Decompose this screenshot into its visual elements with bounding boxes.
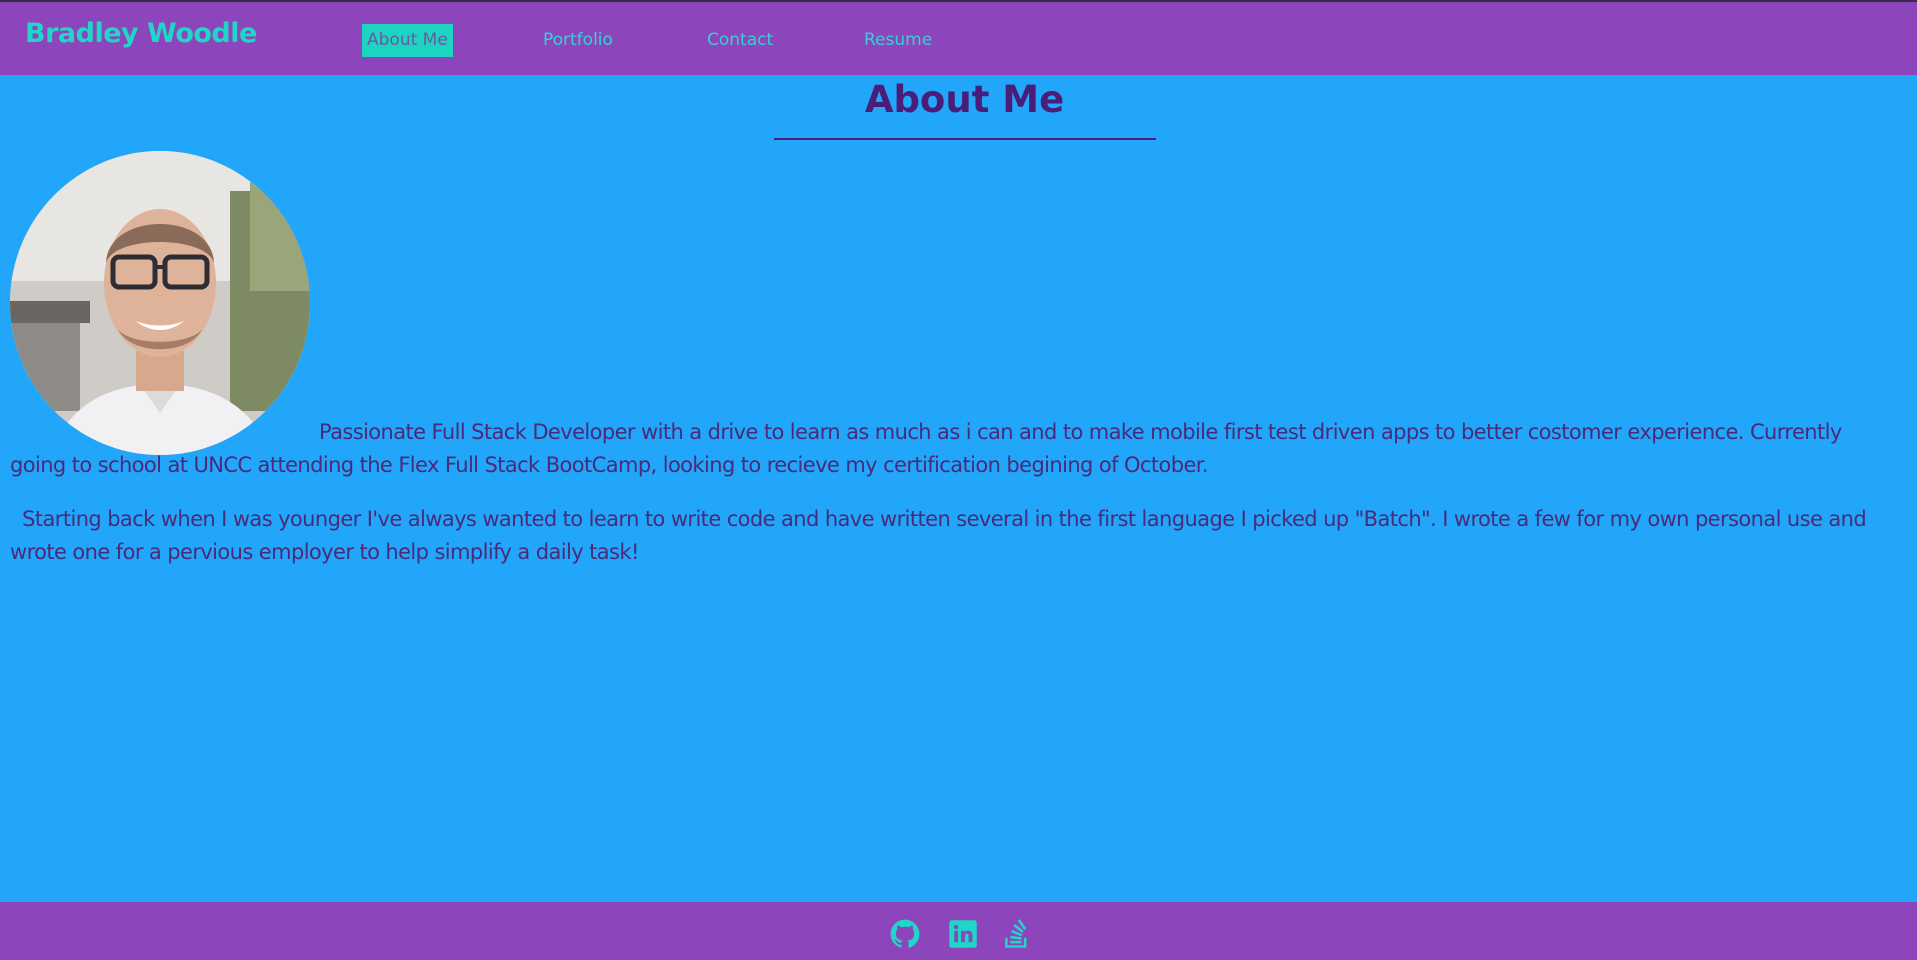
about-paragraph-1-text: Passionate Full Stack Developer with a d… — [10, 420, 1842, 477]
about-paragraph-1: Passionate Full Stack Developer with a d… — [10, 151, 1900, 482]
brand-name[interactable]: Bradley Woodle — [25, 18, 257, 49]
nav-link-contact[interactable]: Contact — [707, 24, 773, 57]
about-paragraph-2-text: Starting back when I was younger I've al… — [10, 507, 1867, 564]
navbar: Bradley Woodle About Me Portfolio Contac… — [0, 0, 1917, 75]
title-underline — [774, 138, 1156, 140]
nav-link-about-me[interactable]: About Me — [362, 24, 453, 57]
stack-overflow-icon[interactable] — [1002, 919, 1032, 949]
page-title: About Me — [864, 78, 1065, 121]
footer — [0, 902, 1917, 960]
nav-link-portfolio[interactable]: Portfolio — [543, 24, 613, 57]
profile-photo — [10, 151, 310, 455]
linkedin-icon[interactable] — [948, 919, 978, 949]
github-icon[interactable] — [890, 919, 920, 949]
about-content: Passionate Full Stack Developer with a d… — [10, 151, 1900, 590]
nav-link-resume[interactable]: Resume — [864, 24, 932, 57]
about-paragraph-2: Starting back when I was younger I've al… — [10, 503, 1900, 569]
